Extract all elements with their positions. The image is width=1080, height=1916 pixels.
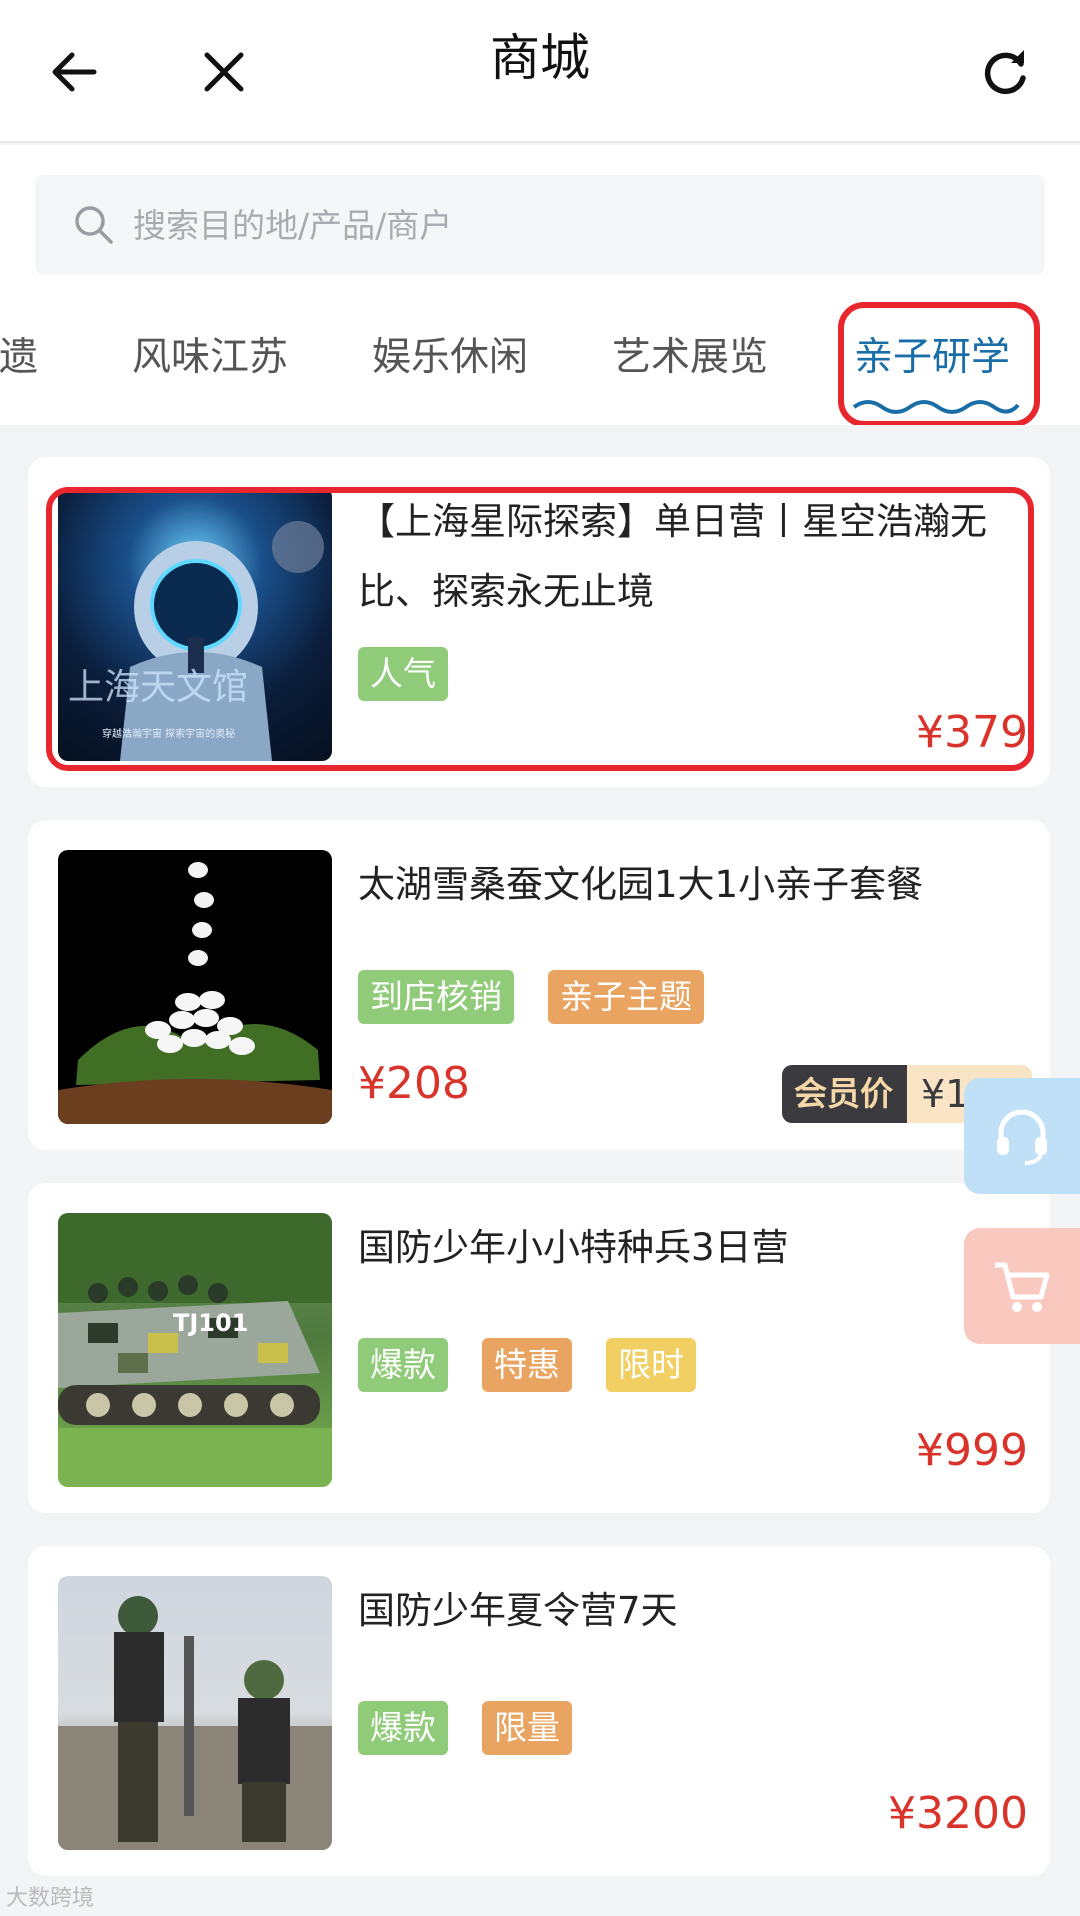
- page-title: 商城: [490, 29, 590, 87]
- product-card[interactable]: 上海天文馆 穿越浩瀚宇宙 探索宇宙的奥秘 【上海星际探索】单日营丨星空浩瀚无比、…: [28, 457, 1050, 787]
- product-name: 【上海星际探索】单日营丨星空浩瀚无比、探索永无止境: [358, 500, 987, 613]
- member-price-label: 会员价: [782, 1065, 907, 1123]
- tab-heritage[interactable]: 非遗: [0, 334, 38, 382]
- search-section: [0, 145, 1080, 280]
- search-input[interactable]: [133, 205, 933, 245]
- top-bar: 商城: [0, 0, 1080, 143]
- cart-icon: [995, 1262, 1050, 1312]
- search-icon: [75, 206, 113, 244]
- tag-badge: 特惠: [482, 1338, 572, 1392]
- product-price: ¥3200: [888, 1788, 1028, 1839]
- tag-badge: 人气: [358, 647, 448, 701]
- tag-list: 人气: [358, 647, 448, 701]
- product-price: ¥379: [916, 707, 1028, 758]
- tag-badge: 限时: [606, 1338, 696, 1392]
- tank-illustration: TJ101: [58, 1213, 332, 1487]
- tag-badge: 爆款: [358, 1701, 448, 1755]
- tag-list: 爆款 限量: [358, 1701, 572, 1755]
- active-tab-highlight: [838, 302, 1040, 425]
- astronaut-illustration: 上海天文馆 穿越浩瀚宇宙 探索宇宙的奥秘: [68, 521, 324, 761]
- silkworm-cocoon-illustration: [58, 862, 332, 1124]
- product-image-summer-camp: [58, 1576, 332, 1850]
- customer-service-button[interactable]: [964, 1078, 1080, 1194]
- thumb-text: TJ101: [173, 1309, 248, 1337]
- thumb-caption: 穿越浩瀚宇宙 探索宇宙的奥秘: [102, 727, 235, 740]
- search-bar[interactable]: [35, 175, 1045, 275]
- product-image-tank: TJ101: [58, 1213, 332, 1487]
- thumb-text: 上海天文馆: [68, 667, 248, 708]
- tab-entertainment[interactable]: 娱乐休闲: [372, 334, 528, 382]
- tab-jiangsu-flavor[interactable]: 风味江苏: [132, 334, 288, 382]
- tag-badge: 限量: [482, 1701, 572, 1755]
- product-name: 国防少年小小特种兵3日营: [358, 1226, 789, 1269]
- product-card[interactable]: 国防少年夏令营7天 爆款 限量 ¥3200: [28, 1546, 1050, 1876]
- product-name: 国防少年夏令营7天: [358, 1589, 678, 1632]
- tab-art-exhibition[interactable]: 艺术展览: [612, 334, 768, 382]
- tag-badge: 亲子主题: [548, 970, 704, 1024]
- cadets-illustration: [58, 1596, 332, 1850]
- headset-icon: [997, 1109, 1047, 1165]
- cart-button[interactable]: [964, 1228, 1080, 1344]
- product-image-astronaut: 上海天文馆 穿越浩瀚宇宙 探索宇宙的奥秘: [58, 487, 332, 761]
- product-price: ¥208: [358, 1058, 470, 1109]
- watermark-text: 大数跨境: [6, 1886, 95, 1911]
- product-name: 太湖雪桑蚕文化园1大1小亲子套餐: [358, 863, 924, 906]
- product-card[interactable]: TJ101 国防少年小小特种兵3日营 爆款 特惠 限时 ¥999: [28, 1183, 1050, 1513]
- tag-list: 到店核销 亲子主题: [358, 970, 704, 1024]
- category-tabs: 非遗 风味江苏 娱乐休闲 艺术展览 亲子研学: [0, 280, 1080, 425]
- tag-badge: 到店核销: [358, 970, 514, 1024]
- tag-badge: 爆款: [358, 1338, 448, 1392]
- product-price: ¥999: [916, 1425, 1028, 1476]
- product-image-silkworm: [58, 850, 332, 1124]
- refresh-button[interactable]: [955, 22, 1055, 122]
- tag-list: 爆款 特惠 限时: [358, 1338, 696, 1392]
- refresh-icon: [984, 50, 1026, 95]
